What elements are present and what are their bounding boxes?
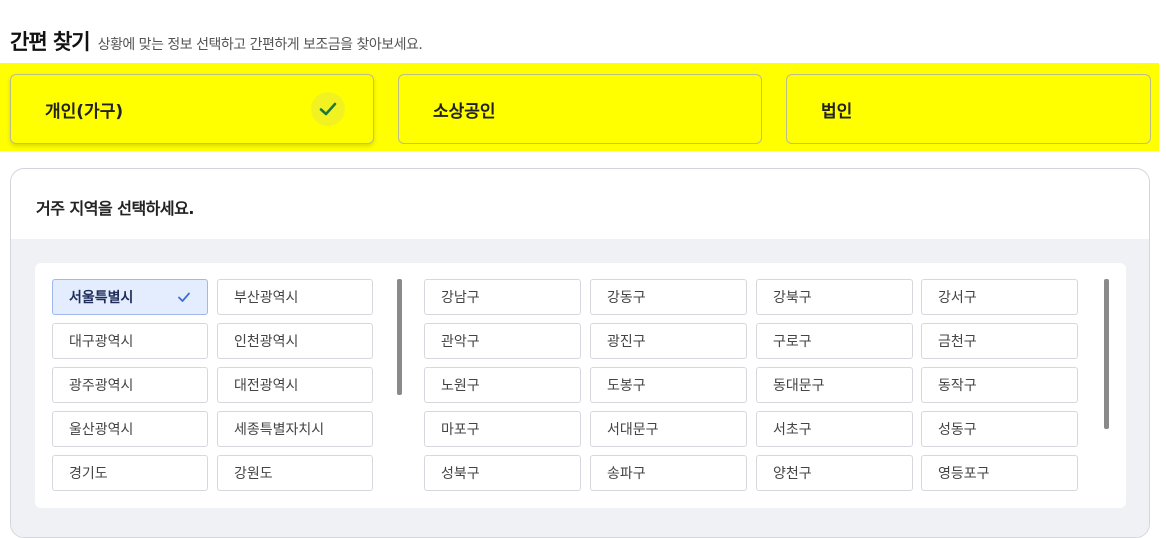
- district-chip[interactable]: 성동구: [921, 411, 1078, 447]
- province-label: 부산광역시: [234, 290, 299, 306]
- district-label: 서대문구: [607, 422, 659, 438]
- district-label: 구로구: [773, 334, 812, 350]
- province-chip[interactable]: 경기도: [52, 455, 208, 491]
- page-subtitle: 상황에 맞는 정보 선택하고 간편하게 보조금을 찾아보세요.: [97, 37, 423, 53]
- district-chip[interactable]: 강동구: [590, 279, 747, 315]
- user-type-selector: 개인(가구) 소상공인 법인: [0, 63, 1159, 151]
- province-chip[interactable]: 대구광역시: [52, 323, 208, 359]
- user-type-label: 소상공인: [433, 101, 496, 122]
- check-icon: [178, 292, 190, 302]
- page-header: 간편 찾기 상황에 맞는 정보 선택하고 간편하게 보조금을 찾아보세요.: [10, 26, 423, 56]
- district-chip[interactable]: 광진구: [590, 323, 747, 359]
- province-chip[interactable]: 인천광역시: [217, 323, 373, 359]
- province-label: 서울특별시: [69, 290, 134, 306]
- district-chip[interactable]: 성북구: [424, 455, 581, 491]
- district-label: 강북구: [773, 290, 812, 306]
- district-chip[interactable]: 강북구: [756, 279, 913, 315]
- district-label: 강동구: [607, 290, 646, 306]
- district-chip[interactable]: 금천구: [921, 323, 1078, 359]
- district-chip[interactable]: 노원구: [424, 367, 581, 403]
- district-label: 동작구: [938, 378, 977, 394]
- district-chip[interactable]: 동작구: [921, 367, 1078, 403]
- user-type-corporation-card[interactable]: 법인: [786, 74, 1151, 144]
- district-label: 성동구: [938, 422, 977, 438]
- district-chip[interactable]: 영등포구: [921, 455, 1078, 491]
- district-label: 서초구: [773, 422, 812, 438]
- user-type-label: 개인(가구): [45, 101, 124, 122]
- district-chip[interactable]: 관악구: [424, 323, 581, 359]
- check-icon: [311, 92, 345, 126]
- province-chip[interactable]: 세종특별자치시: [217, 411, 373, 447]
- province-chip[interactable]: 울산광역시: [52, 411, 208, 447]
- district-label: 강남구: [441, 290, 480, 306]
- district-label: 노원구: [441, 378, 480, 394]
- district-chip[interactable]: 양천구: [756, 455, 913, 491]
- province-chip[interactable]: 광주광역시: [52, 367, 208, 403]
- province-list-scrollbar[interactable]: [397, 279, 402, 395]
- user-type-small-business-card[interactable]: 소상공인: [398, 74, 762, 144]
- district-chip[interactable]: 강남구: [424, 279, 581, 315]
- district-chip[interactable]: 서초구: [756, 411, 913, 447]
- district-label: 양천구: [773, 466, 812, 482]
- user-type-label: 법인: [821, 101, 853, 122]
- province-chip-seoul[interactable]: 서울특별시: [52, 279, 208, 315]
- region-panel-body: 서울특별시 부산광역시 대구광역시 인천광역시 광주광역시 대전광역시 울산광역…: [11, 239, 1149, 537]
- district-chip[interactable]: 마포구: [424, 411, 581, 447]
- district-label: 관악구: [441, 334, 480, 350]
- district-label: 금천구: [938, 334, 977, 350]
- district-label: 마포구: [441, 422, 480, 438]
- province-label: 대구광역시: [69, 334, 134, 350]
- region-prompt: 거주 지역을 선택하세요.: [36, 199, 194, 218]
- province-label: 인천광역시: [234, 334, 299, 350]
- district-label: 영등포구: [938, 466, 990, 482]
- region-list-container: 서울특별시 부산광역시 대구광역시 인천광역시 광주광역시 대전광역시 울산광역…: [35, 263, 1126, 508]
- district-chip[interactable]: 동대문구: [756, 367, 913, 403]
- user-type-individual-card[interactable]: 개인(가구): [10, 74, 374, 144]
- province-chip[interactable]: 대전광역시: [217, 367, 373, 403]
- district-label: 광진구: [607, 334, 646, 350]
- district-label: 송파구: [607, 466, 646, 482]
- province-label: 대전광역시: [234, 378, 299, 394]
- district-chip[interactable]: 송파구: [590, 455, 747, 491]
- district-label: 성북구: [441, 466, 480, 482]
- province-label: 강원도: [234, 466, 273, 482]
- district-list-scrollbar[interactable]: [1104, 279, 1109, 429]
- province-label: 세종특별자치시: [234, 422, 325, 438]
- district-label: 동대문구: [773, 378, 825, 394]
- district-label: 도봉구: [607, 378, 646, 394]
- district-chip[interactable]: 도봉구: [590, 367, 747, 403]
- region-panel: 거주 지역을 선택하세요. 서울특별시 부산광역시 대구광역시 인천광역시 광주…: [10, 168, 1150, 538]
- district-chip[interactable]: 구로구: [756, 323, 913, 359]
- district-chip[interactable]: 강서구: [921, 279, 1078, 315]
- province-label: 경기도: [69, 466, 108, 482]
- province-label: 광주광역시: [69, 378, 134, 394]
- district-chip[interactable]: 서대문구: [590, 411, 747, 447]
- page-title: 간편 찾기: [10, 30, 91, 54]
- province-chip[interactable]: 강원도: [217, 455, 373, 491]
- province-chip[interactable]: 부산광역시: [217, 279, 373, 315]
- district-label: 강서구: [938, 290, 977, 306]
- province-label: 울산광역시: [69, 422, 134, 438]
